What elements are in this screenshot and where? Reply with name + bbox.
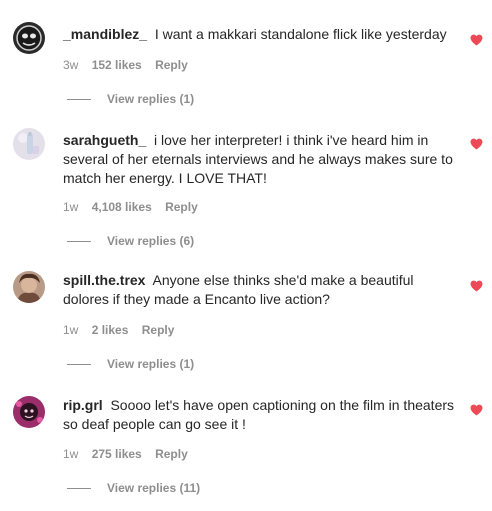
reply-button[interactable]: Reply — [142, 323, 175, 337]
replies-divider — [67, 364, 91, 366]
reply-button[interactable]: Reply — [155, 58, 188, 72]
avatar[interactable] — [13, 396, 45, 428]
username-link[interactable]: spill.the.trex — [63, 272, 145, 288]
comment-text: spill.the.trex Anyone else thinks she'd … — [63, 271, 458, 309]
reply-button[interactable]: Reply — [155, 447, 188, 461]
comment-time[interactable]: 1w — [63, 200, 78, 214]
heart-icon[interactable] — [470, 280, 483, 292]
view-replies-button[interactable]: View replies (11) — [67, 481, 200, 495]
avatar-icon — [13, 396, 45, 428]
view-replies-button[interactable]: View replies (1) — [67, 357, 194, 371]
view-replies-label: View replies (1) — [107, 92, 195, 106]
view-replies-label: View replies (11) — [107, 481, 201, 495]
avatar[interactable] — [13, 128, 45, 160]
likes-count[interactable]: 152 likes — [92, 58, 142, 72]
view-replies-button[interactable]: View replies (1) — [67, 92, 194, 106]
avatar[interactable] — [13, 22, 45, 54]
avatar-icon — [13, 22, 45, 54]
heart-icon[interactable] — [470, 404, 483, 416]
comment-meta: 1w 275 likes Reply — [63, 447, 188, 461]
comment-meta: 1w 2 likes Reply — [63, 323, 174, 337]
comment-meta: 3w 152 likes Reply — [63, 58, 188, 72]
likes-count[interactable]: 275 likes — [92, 447, 142, 461]
comment-time[interactable]: 3w — [63, 58, 78, 72]
likes-count[interactable]: 4,108 likes — [92, 200, 152, 214]
view-replies-label: View replies (6) — [107, 234, 195, 248]
username-link[interactable]: _mandiblez_ — [63, 26, 147, 42]
heart-icon[interactable] — [470, 34, 483, 46]
likes-count[interactable]: 2 likes — [92, 323, 129, 337]
comment-body: Soooo let's have open captioning on the … — [63, 397, 455, 432]
replies-divider — [67, 488, 91, 490]
comment-time[interactable]: 1w — [63, 323, 78, 337]
comment-text: sarahgueth_ i love her interpreter! i th… — [63, 131, 458, 188]
avatar-icon — [13, 128, 45, 160]
heart-icon[interactable] — [470, 138, 483, 150]
comment-time[interactable]: 1w — [63, 447, 78, 461]
username-link[interactable]: rip.grl — [63, 397, 103, 413]
avatar[interactable] — [13, 271, 45, 303]
view-replies-label: View replies (1) — [107, 357, 195, 371]
replies-divider — [67, 241, 91, 243]
view-replies-button[interactable]: View replies (6) — [67, 234, 194, 248]
comment-text: _mandiblez_ I want a makkari standalone … — [63, 25, 463, 44]
comment-meta: 1w 4,108 likes Reply — [63, 200, 198, 214]
comment-body: I want a makkari standalone flick like y… — [154, 26, 447, 42]
username-link[interactable]: sarahgueth_ — [63, 132, 146, 148]
avatar-icon — [13, 271, 45, 303]
comment-text: rip.grl Soooo let's have open captioning… — [63, 396, 458, 434]
reply-button[interactable]: Reply — [165, 200, 198, 214]
replies-divider — [67, 99, 91, 101]
